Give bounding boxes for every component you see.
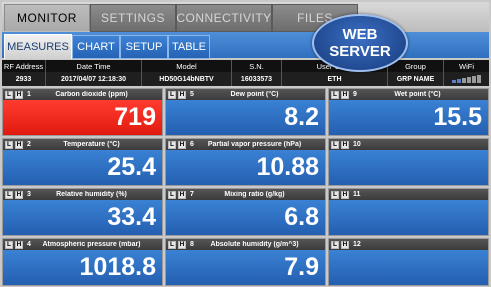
measure-name: Partial vapor pressure (hPa) [207, 141, 302, 148]
high-alarm-button[interactable]: H [341, 240, 349, 249]
measure-cell-header: L H 4 Atmospheric pressure (mbar) [3, 239, 162, 250]
subtab-measures[interactable]: MEASURES [4, 34, 72, 59]
measure-cell-11[interactable]: L H 11 [328, 188, 489, 236]
group-value: GRP NAME [388, 72, 444, 86]
high-alarm-button[interactable]: H [178, 140, 186, 149]
wifi-signal [444, 72, 489, 86]
high-alarm-button[interactable]: H [341, 140, 349, 149]
wifi-signal-icon [452, 75, 481, 83]
measure-value: 10.88 [256, 153, 319, 181]
measure-value: 1018.8 [79, 253, 156, 281]
measure-value: 6.8 [284, 203, 319, 231]
sub-tab-bar: MEASURES CHART SETUP TABLE [2, 32, 489, 59]
high-alarm-button[interactable]: H [15, 90, 23, 99]
web-server-line2: SERVER [329, 43, 391, 60]
measure-cell-4[interactable]: L H 4 Atmospheric pressure (mbar) 1018.8 [2, 238, 163, 286]
measure-cell-header: L H 9 Wet point (°C) [329, 89, 488, 100]
main-tab-bar: MONITOR SETTINGS CONNECTIVITY FILES [2, 2, 489, 32]
subtab-setup[interactable]: SETUP [120, 35, 168, 59]
tab-connectivity[interactable]: CONNECTIVITY [176, 4, 272, 32]
header-model: Model [142, 60, 232, 72]
measure-name: Temperature (°C) [63, 141, 120, 148]
rf-address-value: 2933 [2, 72, 46, 86]
header-serial: S.N. [232, 60, 282, 72]
subtab-table[interactable]: TABLE [168, 35, 210, 59]
low-alarm-button[interactable]: L [5, 190, 13, 199]
header-wifi: WiFi [459, 61, 474, 71]
web-server-badge[interactable]: WEB SERVER [312, 14, 408, 72]
measure-cell-header: L H 6 Partial vapor pressure (hPa) [166, 139, 325, 150]
measure-cell-10[interactable]: L H 10 [328, 138, 489, 186]
measure-name: Atmospheric pressure (mbar) [42, 241, 141, 248]
measure-cell-6[interactable]: L H 6 Partial vapor pressure (hPa) 10.88 [165, 138, 326, 186]
measure-value: 33.4 [107, 203, 156, 231]
measure-cell-body [329, 200, 488, 235]
web-server-line1: WEB [342, 26, 378, 43]
low-alarm-button[interactable]: L [331, 90, 339, 99]
measure-cell-3[interactable]: L H 3 Relative humidity (%) 33.4 [2, 188, 163, 236]
measure-value: 7.9 [284, 253, 319, 281]
model-value: HD50G14bNBTV [142, 72, 232, 86]
high-alarm-button[interactable]: H [15, 240, 23, 249]
high-alarm-button[interactable]: H [15, 190, 23, 199]
high-alarm-button[interactable]: H [341, 190, 349, 199]
measure-name: Mixing ratio (g/kg) [224, 191, 285, 198]
measure-name: Relative humidity (%) [56, 191, 127, 198]
low-alarm-button[interactable]: L [168, 190, 176, 199]
measure-value: 25.4 [107, 153, 156, 181]
measure-cell-header: L H 10 [329, 139, 488, 150]
low-alarm-button[interactable]: L [168, 90, 176, 99]
tab-settings[interactable]: SETTINGS [90, 4, 176, 32]
header-date-time: Date Time [46, 60, 142, 72]
measure-cell-header: L H 12 [329, 239, 488, 250]
measure-cell-8[interactable]: L H 8 Absolute humidity (g/m^3) 7.9 [165, 238, 326, 286]
high-alarm-button[interactable]: H [15, 140, 23, 149]
measure-cell-12[interactable]: L H 12 [328, 238, 489, 286]
measure-cell-body [329, 150, 488, 185]
measure-cell-2[interactable]: L H 2 Temperature (°C) 25.4 [2, 138, 163, 186]
measure-cell-header: L H 7 Mixing ratio (g/kg) [166, 189, 325, 200]
low-alarm-button[interactable]: L [331, 140, 339, 149]
measure-cell-header: L H 1 Carbon dioxide (ppm) [3, 89, 162, 100]
low-alarm-button[interactable]: L [331, 240, 339, 249]
measure-name: Carbon dioxide (ppm) [55, 91, 128, 98]
user-code-value: ETH [282, 72, 388, 86]
low-alarm-button[interactable]: L [5, 90, 13, 99]
measure-cell-header: L H 8 Absolute humidity (g/m^3) [166, 239, 325, 250]
high-alarm-button[interactable]: H [178, 90, 186, 99]
measure-cell-7[interactable]: L H 7 Mixing ratio (g/kg) 6.8 [165, 188, 326, 236]
low-alarm-button[interactable]: L [168, 240, 176, 249]
measure-name: Absolute humidity (g/m^3) [210, 241, 299, 248]
measure-cell-header: L H 2 Temperature (°C) [3, 139, 162, 150]
device-info-header: RF Address Date Time Model S.N. User Cod… [2, 60, 489, 72]
channel-number: 10 [353, 141, 361, 148]
measure-value: 8.2 [284, 103, 319, 131]
low-alarm-button[interactable]: L [331, 190, 339, 199]
measure-cell-1[interactable]: L H 1 Carbon dioxide (ppm) 719 [2, 88, 163, 136]
high-alarm-button[interactable]: H [341, 90, 349, 99]
high-alarm-button[interactable]: H [178, 190, 186, 199]
low-alarm-button[interactable]: L [5, 240, 13, 249]
channel-number: 11 [353, 191, 361, 198]
measure-cell-5[interactable]: L H 5 Dew point (°C) 8.2 [165, 88, 326, 136]
measure-cell-header: L H 3 Relative humidity (%) [3, 189, 162, 200]
low-alarm-button[interactable]: L [5, 140, 13, 149]
serial-value: 16033573 [232, 72, 282, 86]
measure-value: 15.5 [433, 103, 482, 131]
measure-value: 719 [114, 103, 156, 131]
tab-monitor[interactable]: MONITOR [4, 4, 90, 31]
measure-name: Wet point (°C) [394, 91, 441, 98]
subtab-chart[interactable]: CHART [72, 35, 120, 59]
measure-cell-body [329, 250, 488, 285]
measure-cell-header: L H 11 [329, 189, 488, 200]
measure-cell-header: L H 5 Dew point (°C) [166, 89, 325, 100]
low-alarm-button[interactable]: L [168, 140, 176, 149]
measure-cell-9[interactable]: L H 9 Wet point (°C) 15.5 [328, 88, 489, 136]
high-alarm-button[interactable]: H [178, 240, 186, 249]
header-rf-address: RF Address [2, 60, 46, 72]
channel-number: 12 [353, 241, 361, 248]
device-info-row: 2933 2017/04/07 12:18:30 HD50G14bNBTV 16… [2, 72, 489, 86]
date-time-value: 2017/04/07 12:18:30 [46, 72, 142, 86]
measure-name: Dew point (°C) [230, 91, 279, 98]
